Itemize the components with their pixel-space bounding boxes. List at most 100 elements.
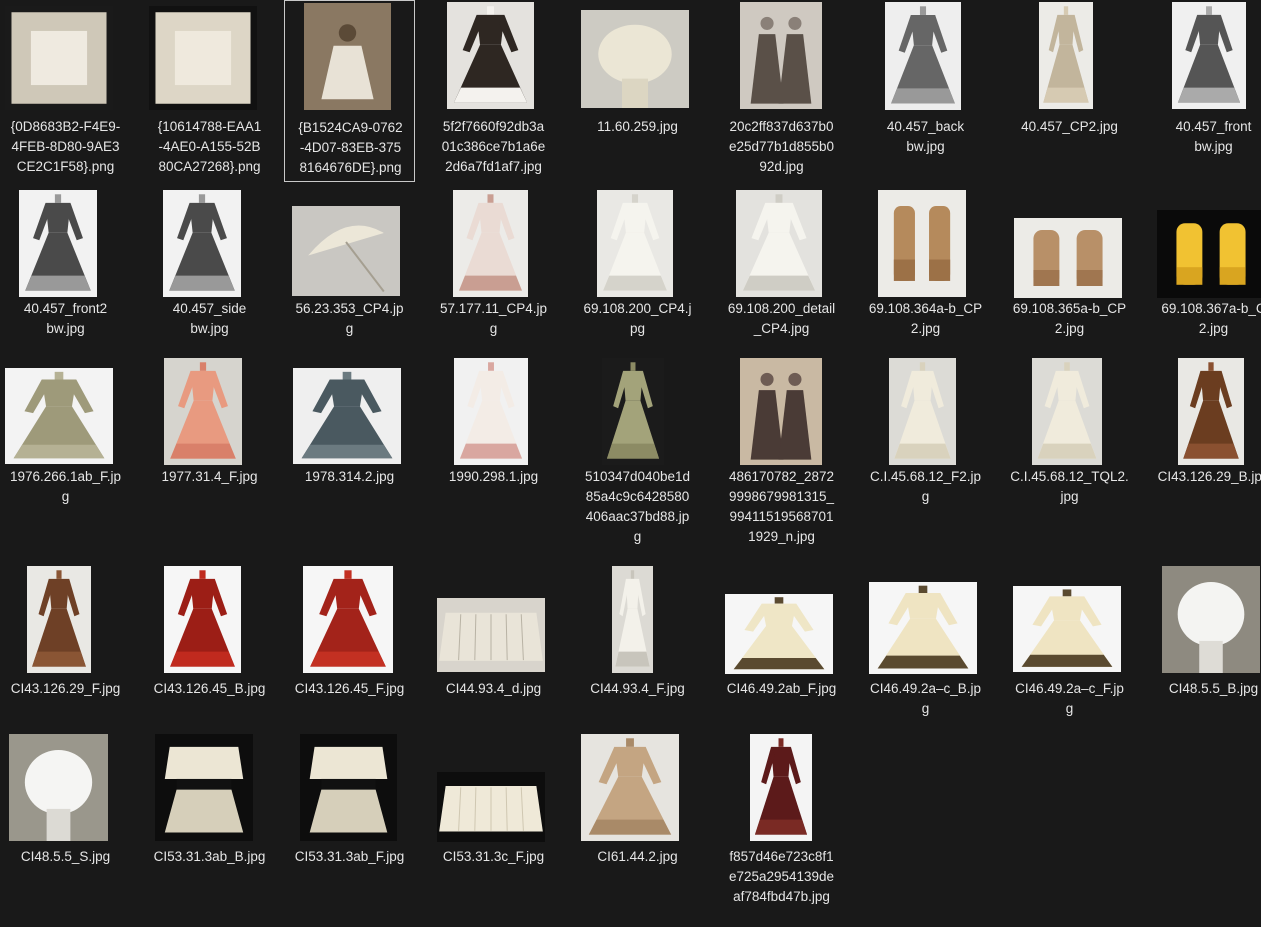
red-dress-front-icon[interactable] — [303, 566, 393, 673]
thumbnail-image — [1039, 2, 1093, 109]
file-name-line: 69.108.367a-b_C — [1161, 301, 1261, 316]
file-name-line: bw.jpg — [906, 139, 945, 154]
file-name-label[interactable]: 40.457_CP2.jpg — [1004, 117, 1135, 137]
bw-dress-front-icon[interactable] — [1172, 2, 1246, 109]
bonnet-icon[interactable] — [581, 10, 689, 108]
file-name-label[interactable]: 56.23.353_CP4.jp g — [284, 299, 415, 339]
file-name-line: 40.457_CP2.jpg — [1021, 119, 1118, 134]
file-name-label[interactable]: 11.60.259.jpg — [572, 117, 703, 137]
cream-gown-icon[interactable] — [889, 358, 956, 465]
file-name-label[interactable]: 20c2ff837d637b0 e25d77b1d855b0 92d.jpg — [716, 117, 847, 177]
thumbnail-image — [1014, 218, 1122, 298]
file-name-label[interactable]: 69.108.365a-b_CP 2.jpg — [1004, 299, 1135, 339]
file-name-label[interactable]: 510347d040be1d 85a4c9c6428580 406aac37bd88… — [572, 467, 703, 547]
maroon-dress-icon[interactable] — [750, 734, 812, 841]
file-name-label[interactable]: 5f2f7660f92db3a 01c386ce7b1a6e 2d6a7fd1af7… — [428, 117, 559, 177]
slate-dress-icon[interactable] — [293, 368, 401, 464]
brown-dress-back-icon[interactable] — [1178, 358, 1244, 465]
red-dress-back-icon[interactable] — [164, 566, 241, 673]
file-item[interactable]: {B1524CA9-0762 -4D07-83EB-375 8164676DE}.p… — [284, 0, 415, 182]
file-name-label[interactable]: CI53.31.3c_F.jpg — [428, 847, 559, 867]
file-name-label[interactable]: CI46.49.2a–c_F.jp g — [1004, 679, 1135, 719]
thumbnail-image — [612, 566, 653, 673]
cream-suit-front-icon[interactable] — [300, 734, 397, 841]
white-gown-icon[interactable] — [597, 190, 673, 297]
brown-dress-front-icon[interactable] — [27, 566, 91, 673]
file-name-label[interactable]: 1977.31.4_F.jpg — [144, 467, 275, 487]
file-name-label[interactable]: C.I.45.68.12_F2.jp g — [860, 467, 991, 507]
dotted-dress-back-icon[interactable] — [869, 582, 977, 674]
thumbnail-image — [164, 566, 241, 673]
file-name-label[interactable]: 69.108.367a-b_C 2.jpg — [1148, 299, 1261, 339]
file-name-label[interactable]: {10614788-EAA1 -4AE0-A155-52B 80CA27268}.p… — [144, 117, 275, 177]
file-name-label[interactable]: 40.457_front2 bw.jpg — [0, 299, 131, 339]
yellow-mittens-icon[interactable] — [1157, 210, 1261, 298]
cream-suit-back-icon[interactable] — [155, 734, 253, 841]
white-print-gown-icon[interactable] — [454, 358, 528, 465]
file-name-label[interactable]: CI46.49.2ab_F.jpg — [716, 679, 847, 699]
file-name-label[interactable]: 40.457_side bw.jpg — [144, 299, 275, 339]
parasol-icon[interactable] — [292, 206, 400, 296]
file-name-line: CI46.49.2a–c_F.jp — [1015, 681, 1124, 696]
file-name-label[interactable]: 69.108.364a-b_CP 2.jpg — [860, 299, 991, 339]
thumbnail-image — [869, 582, 977, 674]
file-name-label[interactable]: {B1524CA9-0762 -4D07-83EB-375 8164676DE}.p… — [285, 118, 416, 178]
two-girls-photo-icon[interactable] — [740, 2, 822, 109]
file-name-label[interactable]: CI53.31.3ab_F.jpg — [284, 847, 415, 867]
file-name-line: f857d46e723c8f1 — [729, 849, 834, 864]
cream-gown-tql-icon[interactable] — [1032, 358, 1102, 465]
thumbnail-image — [9, 734, 108, 841]
tan-gloves-2-icon[interactable] — [1014, 218, 1122, 298]
bw-dress-back-icon[interactable] — [885, 2, 961, 110]
pink-gown-icon[interactable] — [453, 190, 528, 297]
white-bonnet-back-icon[interactable] — [1162, 566, 1260, 673]
file-name-label[interactable]: CI44.93.4_F.jpg — [572, 679, 703, 699]
file-name-label[interactable]: f857d46e723c8f1 e725a2954139de af784fbd47b… — [716, 847, 847, 907]
coral-dress-icon[interactable] — [164, 358, 242, 465]
file-name-label[interactable]: 40.457_front bw.jpg — [1148, 117, 1261, 157]
white-detail-icon[interactable] — [437, 598, 545, 672]
file-name-label[interactable]: CI43.126.45_B.jpg — [144, 679, 275, 699]
file-name-label[interactable]: C.I.45.68.12_TQL2. jpg — [1004, 467, 1135, 507]
lace-square-icon[interactable] — [5, 6, 113, 110]
tan-gloves-icon[interactable] — [878, 190, 966, 297]
file-name-label[interactable]: 1978.314.2.jpg — [284, 467, 415, 487]
file-name-label[interactable]: CI61.44.2.jpg — [572, 847, 703, 867]
beige-dress-icon[interactable] — [1039, 2, 1093, 109]
file-name-label[interactable]: {0D8683B2-F4E9- 4FEB-8D80-9AE3 CE2C1F58}.p… — [0, 117, 131, 177]
handkerchief-icon[interactable] — [149, 6, 257, 110]
dark-floral-dress-icon[interactable] — [447, 2, 534, 109]
file-name-line: 40.457_front2 — [23, 301, 108, 316]
tan-long-dress-icon[interactable] — [581, 734, 679, 841]
file-name-label[interactable]: 69.108.200_detail _CP4.jpg — [716, 299, 847, 339]
file-name-label[interactable]: 1976.266.1ab_F.jp g — [0, 467, 131, 507]
file-name-label[interactable]: CI43.126.45_F.jpg — [284, 679, 415, 699]
file-name-label[interactable]: 1990.298.1.jpg — [428, 467, 559, 487]
dotted-dress-icon[interactable] — [725, 594, 833, 674]
file-name-label[interactable]: 69.108.200_CP4.j pg — [572, 299, 703, 339]
file-name-label[interactable]: CI48.5.5_B.jpg — [1148, 679, 1261, 699]
file-name-label[interactable]: CI53.31.3ab_B.jpg — [144, 847, 275, 867]
bw-woman-front-icon[interactable] — [19, 190, 97, 297]
bw-woman-side-icon[interactable] — [163, 190, 241, 297]
olive-gown-icon[interactable] — [602, 358, 664, 465]
green-dress-icon[interactable] — [5, 368, 113, 464]
two-women-photo-icon[interactable] — [740, 358, 822, 465]
thumbnail-image — [740, 358, 822, 465]
dotted-dress-front-icon[interactable] — [1013, 586, 1121, 672]
file-name-line: CI46.49.2a–c_B.jp — [869, 681, 982, 696]
white-bonnet-side-icon[interactable] — [9, 734, 108, 841]
file-name-label[interactable]: CI46.49.2a–c_B.jp g — [860, 679, 991, 719]
child-photo-icon[interactable] — [304, 3, 391, 110]
file-name-label[interactable]: 40.457_back bw.jpg — [860, 117, 991, 157]
file-name-line: g — [633, 529, 642, 544]
file-name-label[interactable]: 486170782_2872 9998679981315_ 994115195687… — [716, 467, 847, 547]
file-name-label[interactable]: 57.177.11_CP4.jp g — [428, 299, 559, 339]
file-name-label[interactable]: CI48.5.5_S.jpg — [0, 847, 131, 867]
file-name-label[interactable]: CI44.93.4_d.jpg — [428, 679, 559, 699]
file-name-label[interactable]: CI43.126.29_B.jpg — [1148, 467, 1261, 487]
white-bodice-icon[interactable] — [736, 190, 822, 297]
file-name-label[interactable]: CI43.126.29_F.jpg — [0, 679, 131, 699]
white-long-gown-icon[interactable] — [612, 566, 653, 673]
petticoat-icon[interactable] — [437, 772, 545, 842]
